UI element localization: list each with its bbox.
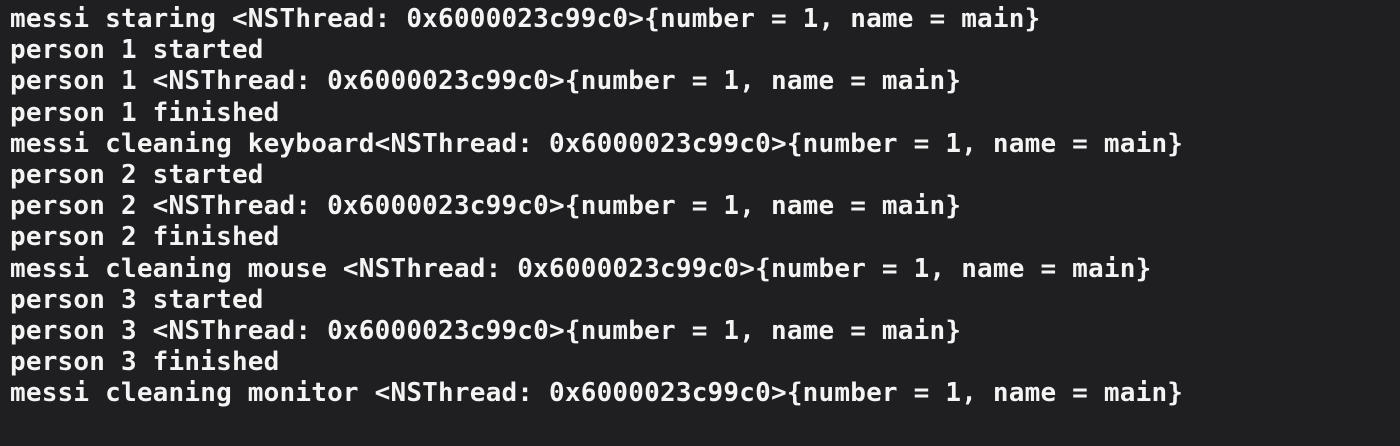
- console-line: person 2 <NSThread: 0x6000023c99c0>{numb…: [10, 191, 962, 222]
- console-line: messi cleaning mouse <NSThread: 0x600002…: [10, 253, 1152, 284]
- console-line: person 1 finished: [10, 97, 280, 128]
- console-line: person 2 finished: [10, 222, 280, 253]
- console-line: messi cleaning keyboard<NSThread: 0x6000…: [10, 128, 1184, 159]
- console-output[interactable]: messi staring <NSThread: 0x6000023c99c0>…: [0, 0, 1400, 446]
- console-line: person 3 started: [10, 284, 264, 315]
- console-line: person 1 started: [10, 35, 264, 66]
- console-line: person 3 <NSThread: 0x6000023c99c0>{numb…: [10, 316, 962, 347]
- console-line: messi staring <NSThread: 0x6000023c99c0>…: [10, 4, 1041, 34]
- console-line: messi cleaning monitor <NSThread: 0x6000…: [10, 378, 1184, 409]
- console-line: person 1 <NSThread: 0x6000023c99c0>{numb…: [10, 66, 962, 97]
- console-line: person 3 finished: [10, 347, 280, 378]
- console-line: person 2 started: [10, 160, 264, 191]
